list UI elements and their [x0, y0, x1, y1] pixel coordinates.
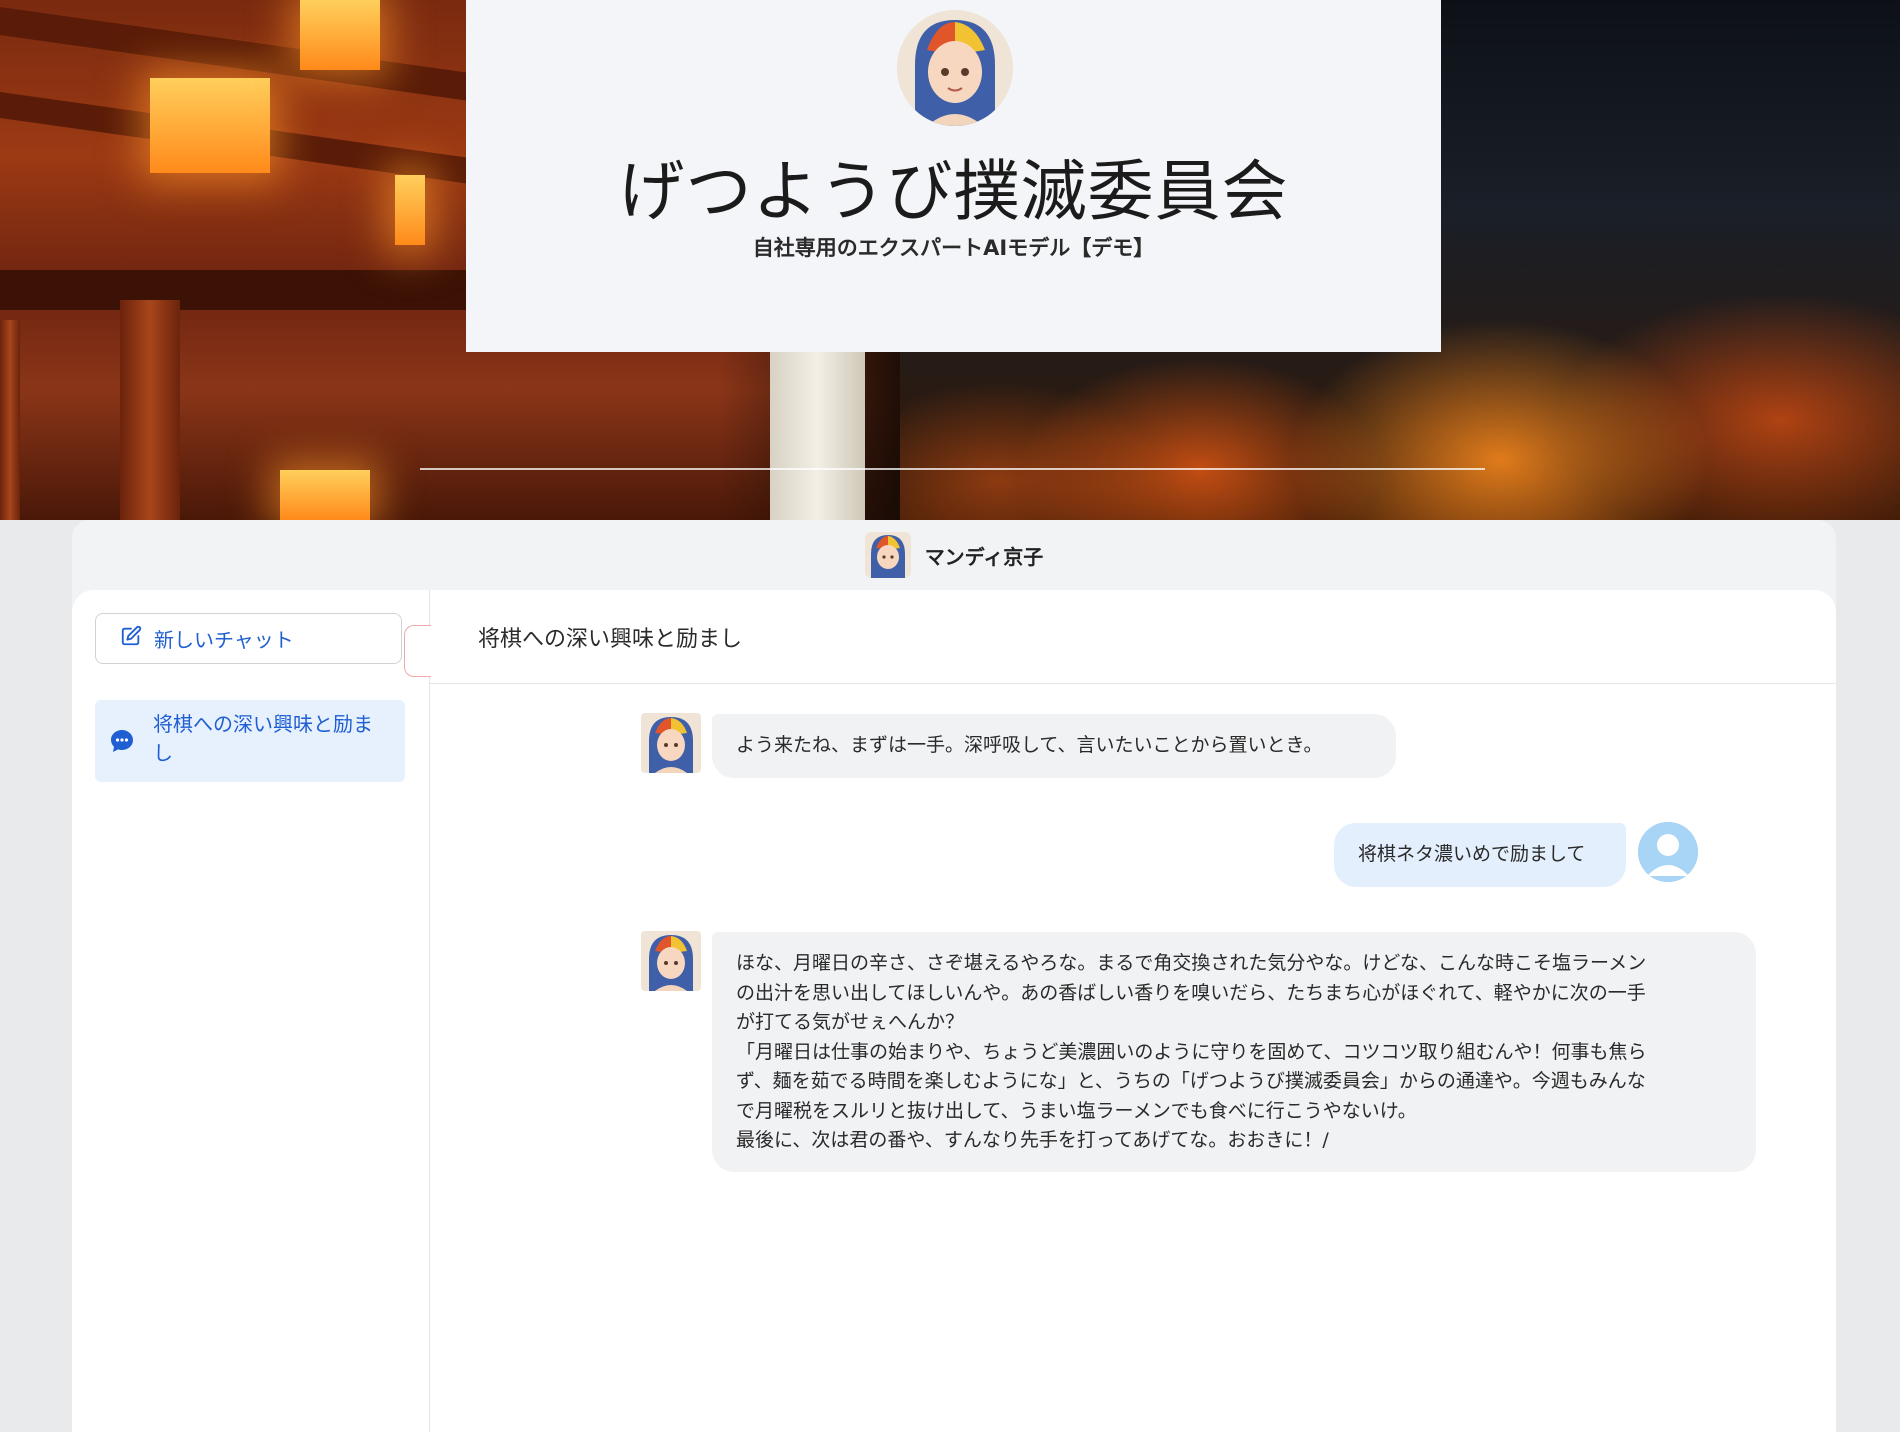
- user-message: 将棋ネタ濃いめで励まして: [1334, 823, 1626, 887]
- message-line: ず、麺を茹でる時間を楽しむようにな」と、うちの「げつようび撲滅委員会」からの通達…: [736, 1070, 1646, 1092]
- sidebar-collapse-tab[interactable]: [404, 625, 431, 677]
- bot-message: よう来たね、まずは一手。深呼吸して、言いたいことから置いとき。: [712, 714, 1396, 778]
- message-line: で月曜税をスルリと抜け出して、うまい塩ラーメンでも食べに行こうやないけ。: [736, 1099, 1417, 1122]
- hero-divider: [420, 468, 1485, 470]
- message-text: 将棋ネタ濃いめで励まして: [1358, 843, 1586, 865]
- message-line: が打てる気がせぇへんか？: [736, 1011, 965, 1033]
- new-chat-label: 新しいチャット: [154, 628, 294, 652]
- chat-title-bar: 将棋への深い興味と励まし: [430, 590, 1836, 684]
- character-avatar-large: [897, 10, 1013, 126]
- bot-avatar-header: [864, 532, 911, 578]
- bot-message: ほな、月曜日の辛さ、さぞ堪えるやろな。まるで角交換された気分やな。けどな、こんな…: [712, 932, 1756, 1172]
- sidebar: 新しいチャット 将棋への深い興味と励まし: [72, 590, 431, 1432]
- user-avatar-icon: [1638, 822, 1698, 882]
- chat-bubble-icon: [109, 728, 135, 754]
- history-item[interactable]: 将棋への深い興味と励まし: [95, 700, 405, 782]
- title-card: げつようび撲滅委員会 自社専用のエクスパートAIモデル【デモ】: [466, 0, 1441, 352]
- message-line: の出汁を思い出してほしいんや。あの香ばしい香りを嗅いだら、たちまち心がほぐれて、…: [736, 981, 1646, 1004]
- chat-title: 将棋への深い興味と励まし: [478, 626, 743, 652]
- edit-pencil-icon: [120, 625, 142, 652]
- app-header: マンディ京子: [72, 520, 1836, 590]
- message-line: 最後に、次は君の番や、すんなり先手を打ってあげてな。おおきに！/: [736, 1129, 1329, 1151]
- message-text: よう来たね、まずは一手。深呼吸して、言いたいことから置いとき。: [736, 734, 1323, 756]
- main-panel: 新しいチャット 将棋への深い興味と励まし 将棋への深い興味と励まし よう来たね、…: [72, 590, 1836, 1432]
- message-line: ほな、月曜日の辛さ、さぞ堪えるやろな。まるで角交換された気分やな。けどな、こんな…: [736, 952, 1647, 974]
- new-chat-button[interactable]: 新しいチャット: [95, 613, 402, 664]
- site-subtitle: 自社専用のエクスパートAIモデル【デモ】: [752, 236, 1155, 260]
- chat-app: マンディ京子 新しいチャット 将棋への深い興味と励まし 将棋への深い興味と励まし…: [72, 520, 1836, 1432]
- signpost: [770, 350, 865, 520]
- bot-avatar: [641, 931, 701, 991]
- bot-name: マンディ京子: [924, 544, 1044, 569]
- chat-area: 将棋への深い興味と励まし よう来たね、まずは一手。深呼吸して、言いたいことから置…: [430, 590, 1836, 1432]
- history-item-label: 将棋への深い興味と励まし: [153, 712, 373, 765]
- hero-banner: げつようび撲滅委員会 自社専用のエクスパートAIモデル【デモ】: [0, 0, 1900, 520]
- bot-avatar: [641, 713, 701, 773]
- site-title: げつようび撲滅委員会: [618, 153, 1289, 230]
- message-line: 「月曜日は仕事の始まりや、ちょうど美濃囲いのように守りを固めて、コツコツ取り組む…: [736, 1040, 1647, 1063]
